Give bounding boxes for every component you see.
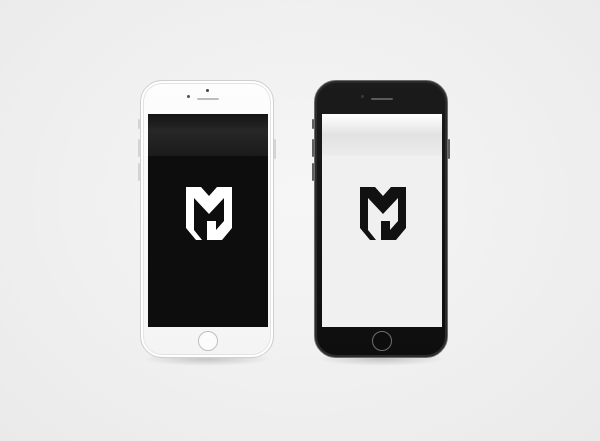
phone-screen — [322, 114, 442, 327]
volume-down-button — [312, 163, 314, 181]
phone-black — [312, 80, 450, 358]
volume-up-button — [312, 139, 314, 157]
home-button — [198, 331, 218, 351]
screen-glare — [322, 114, 442, 156]
phone-white — [138, 80, 276, 358]
power-button — [448, 139, 450, 159]
front-camera — [361, 95, 364, 98]
power-button — [274, 139, 276, 159]
screen-glare — [148, 114, 268, 156]
volume-up-button — [138, 139, 140, 157]
home-button — [372, 331, 392, 351]
mute-switch — [138, 119, 140, 129]
earpiece-speaker — [197, 98, 219, 100]
mg-monogram-shield-icon — [360, 187, 406, 240]
phone-screen — [148, 114, 268, 327]
volume-down-button — [138, 163, 140, 181]
proximity-sensor — [206, 89, 209, 92]
mute-switch — [312, 119, 314, 129]
mg-monogram-shield-icon — [186, 187, 232, 240]
front-camera — [187, 95, 190, 98]
mockup-scene — [0, 0, 600, 441]
earpiece-speaker — [371, 98, 393, 100]
